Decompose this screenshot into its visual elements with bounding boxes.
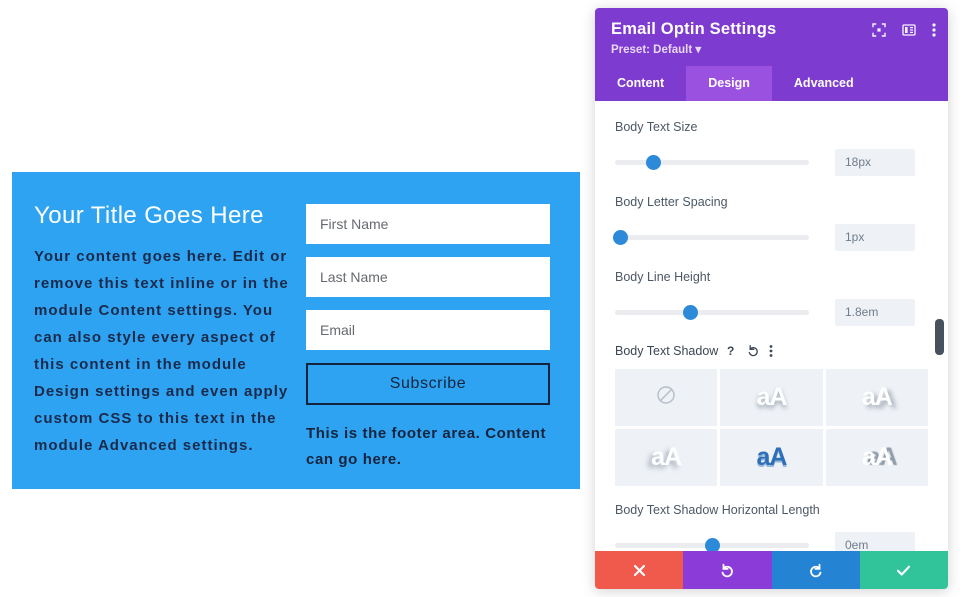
control-body-letter-spacing: Body Letter Spacing (595, 194, 948, 251)
control-body-text-shadow-horizontal-length: Body Text Shadow Horizontal Length (595, 502, 948, 551)
control-label: Body Line Height (615, 269, 711, 284)
subscribe-button[interactable]: Subscribe (306, 363, 550, 405)
control-label: Body Text Size (615, 120, 698, 134)
control-label: Body Letter Spacing (615, 194, 728, 209)
preset-glyph: aA (756, 442, 788, 471)
save-button[interactable] (859, 551, 948, 589)
email-input[interactable] (306, 310, 550, 350)
no-shadow-icon (655, 384, 677, 411)
svg-text:?: ? (727, 344, 734, 358)
email-optin-preview[interactable]: Your Title Goes Here Your content goes h… (12, 172, 580, 489)
body-letter-spacing-value[interactable] (835, 223, 915, 251)
help-icon[interactable]: ? (727, 344, 738, 358)
fullscreen-icon[interactable] (872, 23, 886, 37)
check-icon (896, 564, 911, 577)
modal-header: Email Optin Settings Preset: Default ▾ (595, 8, 948, 66)
tab-bar: Content Design Advanced (595, 66, 948, 101)
control-body-line-height: Body Line Height (595, 269, 948, 326)
shadow-preset-bottom-left[interactable]: aA (615, 428, 718, 486)
preset-selector[interactable]: Preset: Default ▾ (611, 42, 932, 56)
control-label: Body Text Shadow (615, 343, 719, 358)
preset-label: Preset: Default (611, 44, 693, 56)
undo-icon (720, 563, 735, 578)
shadow-preset-right-hard[interactable]: aA (825, 428, 928, 486)
slider-handle[interactable] (683, 304, 699, 320)
modal-footer-actions (595, 551, 948, 589)
settings-scrollbar[interactable] (935, 101, 944, 551)
optin-text-column: Your Title Goes Here Your content goes h… (34, 200, 306, 489)
shadow-preset-bottom[interactable]: aA (720, 368, 823, 426)
chevron-down-icon: ▾ (695, 44, 702, 56)
tab-design[interactable]: Design (686, 66, 772, 101)
more-vertical-icon[interactable] (769, 344, 773, 358)
shadow-horizontal-value[interactable] (835, 531, 915, 551)
settings-scroll-area: Body Text Size Body Letter Spacing (595, 101, 948, 551)
more-vertical-icon[interactable] (932, 22, 936, 38)
body-text-size-value[interactable] (835, 148, 915, 176)
body-letter-spacing-slider[interactable] (613, 229, 809, 245)
tab-advanced[interactable]: Advanced (772, 66, 876, 101)
body-text-size-slider[interactable] (615, 154, 809, 170)
body-line-height-value[interactable] (835, 298, 915, 326)
preset-glyph: aA (756, 382, 788, 411)
body-line-height-slider[interactable] (615, 304, 809, 320)
close-icon (633, 564, 646, 577)
control-label: Body Text Shadow Horizontal Length (615, 502, 820, 517)
preset-glyph: aA (861, 442, 893, 471)
scrollbar-thumb[interactable] (935, 319, 944, 355)
shadow-preset-none[interactable] (615, 368, 718, 426)
tab-content[interactable]: Content (595, 66, 686, 101)
optin-form-column: Subscribe This is the footer area. Conte… (306, 200, 554, 489)
header-icon-group (872, 22, 936, 38)
shadow-horizontal-slider[interactable] (615, 537, 809, 551)
settings-modal: Email Optin Settings Preset: Default ▾ C… (595, 8, 948, 589)
layout-columns-icon[interactable] (902, 23, 916, 37)
redo-icon (808, 563, 823, 578)
slider-handle[interactable] (613, 229, 629, 245)
undo-button[interactable] (683, 551, 772, 589)
cancel-button[interactable] (595, 551, 684, 589)
first-name-input[interactable] (306, 204, 550, 244)
preset-glyph: aA (651, 442, 682, 471)
slider-handle[interactable] (646, 154, 662, 170)
shadow-preset-blue[interactable]: aA (720, 428, 823, 486)
control-body-text-shadow-header: Body Text Shadow ? (595, 344, 948, 358)
redo-button[interactable] (771, 551, 860, 589)
optin-body-text: Your content goes here. Edit or remove t… (34, 248, 289, 455)
text-shadow-preset-grid: aA aA aA aA aA (595, 368, 948, 486)
optin-footer-text: This is the footer area. Content can go … (306, 425, 547, 469)
undo-icon[interactable] (747, 344, 760, 357)
shadow-preset-bottom-right[interactable]: aA (825, 368, 928, 426)
optin-title: Your Title Goes Here (34, 202, 264, 229)
last-name-input[interactable] (306, 257, 550, 297)
preset-glyph: aA (861, 382, 893, 411)
control-body-text-size: Body Text Size (595, 119, 948, 176)
screen: Your Title Goes Here Your content goes h… (0, 0, 960, 597)
slider-handle[interactable] (704, 537, 720, 551)
